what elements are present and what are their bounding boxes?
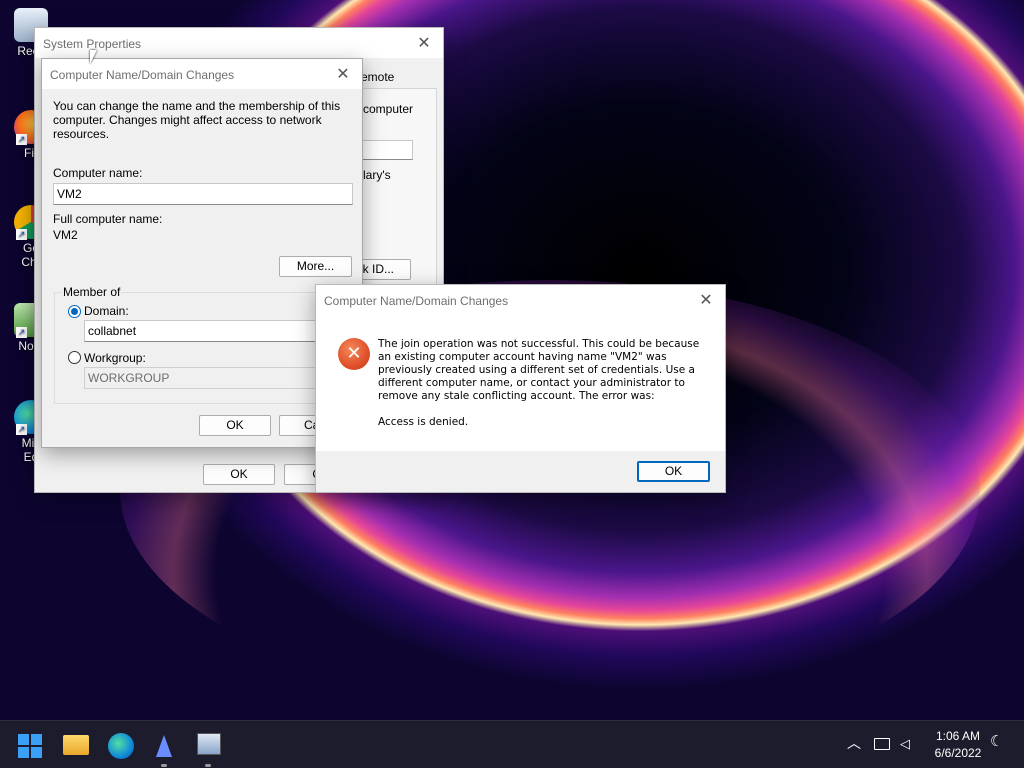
window-title: System Properties <box>43 37 142 51</box>
window-title: Computer Name/Domain Changes <box>50 68 235 82</box>
tab-remote[interactable]: emote <box>361 70 394 84</box>
description-text: lary's <box>363 168 391 182</box>
system-properties-icon[interactable] <box>197 733 221 755</box>
notification-icon[interactable]: ☾ <box>990 732 1003 750</box>
running-indicator <box>205 764 211 767</box>
description-text: computer <box>363 102 414 116</box>
description-field[interactable] <box>355 140 413 160</box>
intro-text: You can change the name and the membersh… <box>53 99 341 141</box>
window-title: Computer Name/Domain Changes <box>324 294 509 308</box>
full-name-label: Full computer name: <box>53 212 163 226</box>
button-label: More... <box>296 259 335 273</box>
domain-radio[interactable] <box>68 305 81 318</box>
error-message: The join operation was not successful. T… <box>378 338 700 402</box>
titlebar: Computer Name/Domain Changes ✕ <box>316 285 725 315</box>
computer-name-label: Computer name: <box>53 166 143 180</box>
full-name-value: VM2 <box>53 228 78 242</box>
workgroup-radio[interactable] <box>68 351 81 364</box>
close-icon[interactable]: ✕ <box>695 289 717 311</box>
workgroup-input[interactable]: WORKGROUP <box>84 367 344 389</box>
button-label: OK <box>230 467 248 481</box>
close-icon[interactable]: ✕ <box>332 63 354 85</box>
error-detail: Access is denied. <box>378 416 469 428</box>
start-icon[interactable] <box>18 734 42 758</box>
clock-time[interactable]: 1:06 AM <box>930 729 986 743</box>
taskbar: ︿ ◁ 1:06 AM 6/6/2022 ☾ <box>0 720 1024 768</box>
more-button[interactable]: More... <box>279 256 352 277</box>
computer-name-input[interactable]: VM2 <box>53 183 353 205</box>
clock-date[interactable]: 6/6/2022 <box>930 746 986 760</box>
domain-input[interactable]: collabnet <box>84 320 344 342</box>
shortcut-arrow-icon: ↗ <box>16 327 27 338</box>
ok-button[interactable]: OK <box>199 415 271 436</box>
shortcut-arrow-icon: ↗ <box>16 229 27 240</box>
close-icon[interactable]: ✕ <box>413 32 435 54</box>
button-label: OK <box>226 418 244 432</box>
ok-button[interactable]: OK <box>203 464 275 485</box>
domain-label: Domain: <box>84 304 129 318</box>
file-explorer-icon[interactable] <box>63 735 89 755</box>
edge-icon[interactable] <box>108 733 134 759</box>
shortcut-arrow-icon: ↗ <box>16 424 27 435</box>
network-icon[interactable] <box>874 738 890 750</box>
volume-muted-icon[interactable]: ◁ <box>900 736 914 752</box>
workgroup-label: Workgroup: <box>84 351 146 365</box>
mouse-cursor-icon <box>90 50 97 64</box>
ok-button[interactable]: OK <box>637 461 710 482</box>
member-of-label: Member of <box>62 285 122 299</box>
app-icon[interactable] <box>152 733 176 759</box>
error-dialog: Computer Name/Domain Changes ✕ ✕ The joi… <box>315 284 726 493</box>
error-icon: ✕ <box>338 338 370 370</box>
button-label: OK <box>664 464 683 478</box>
shortcut-arrow-icon: ↗ <box>16 134 27 145</box>
running-indicator <box>161 764 167 767</box>
chevron-up-icon[interactable]: ︿ <box>847 733 861 753</box>
